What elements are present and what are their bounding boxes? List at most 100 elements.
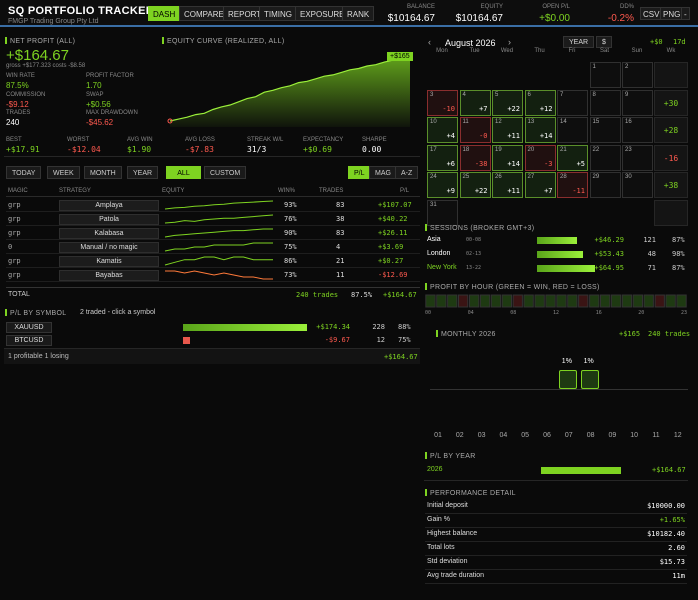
calendar-day[interactable]: 4 +7: [459, 89, 491, 116]
symbol-button[interactable]: XAUUSD: [6, 322, 52, 333]
hourly-chart: 00 04 08 12 16 20 23: [425, 294, 687, 315]
calendar-day[interactable]: 27 +7: [524, 172, 556, 198]
cal-prev-icon[interactable]: ‹: [428, 37, 431, 47]
calendar-day[interactable]: 5 +22: [492, 89, 523, 116]
calendar-day[interactable]: 3 -10: [427, 89, 458, 116]
calendar-day[interactable]: 8: [589, 89, 621, 116]
calendar-day[interactable]: 28 -11: [557, 172, 588, 198]
period-today[interactable]: TODAY: [6, 166, 42, 179]
month-bar[interactable]: [580, 370, 599, 389]
calendar-day[interactable]: 18 -38: [459, 144, 491, 171]
strategy-cell[interactable]: Manual / no magic: [59, 242, 159, 253]
table-row[interactable]: grp Kalabasa 90% 83 +$26.11: [6, 227, 420, 240]
app-subtitle: FMGP Trading Group Pty Ltd: [8, 18, 99, 25]
strategy-cell[interactable]: Patola: [59, 214, 159, 225]
groupby-pl[interactable]: P/L: [348, 166, 371, 179]
calendar-day[interactable]: 2: [622, 62, 653, 88]
strategy-cell[interactable]: Kamatis: [59, 256, 159, 267]
day-pl: -0: [479, 132, 488, 140]
calendar-day[interactable]: 24 +9: [427, 172, 458, 198]
table-row[interactable]: grp Patola 76% 38 +$40.22: [6, 213, 420, 226]
calendar-day[interactable]: 6 +12: [524, 89, 556, 116]
month-bar[interactable]: [558, 370, 577, 389]
session-pl: +$64.95: [594, 264, 624, 272]
cal-currency-button[interactable]: $: [596, 36, 612, 48]
perf-value: $10182.40: [647, 530, 685, 538]
calendar-day[interactable]: 25 +22: [459, 172, 491, 198]
calendar-day[interactable]: 31: [427, 199, 458, 226]
more-button[interactable]: -: [681, 7, 690, 20]
calendar-day[interactable]: 15: [589, 117, 621, 143]
perf-key: Gain %: [427, 516, 450, 523]
calendar-day[interactable]: 21 +5: [557, 144, 588, 171]
calendar-day[interactable]: 9: [622, 89, 653, 116]
day-number: 2: [625, 64, 629, 70]
hour-tick: 00: [425, 310, 431, 315]
calendar-day[interactable]: 26 +11: [492, 172, 523, 198]
day-pl: +12: [539, 104, 553, 113]
table-row[interactable]: grp Amplaya 93% 83 +$107.07: [6, 199, 420, 212]
calendar-day[interactable]: 30: [622, 172, 653, 198]
calendar-day[interactable]: 29: [589, 172, 621, 198]
calendar-day[interactable]: 13 +14: [524, 117, 556, 143]
period-month[interactable]: MONTH: [84, 166, 122, 179]
table-row[interactable]: 0 Manual / no magic 75% 4 +$3.69: [6, 241, 420, 254]
hour-bar: [589, 294, 600, 308]
cal-summary-days: 17d: [673, 38, 686, 46]
hour-bar: [545, 294, 556, 308]
perf-key: Initial deposit: [427, 502, 468, 509]
symbols-label: P/L BY SYMBOL: [5, 309, 66, 317]
calendar-day[interactable]: 23: [622, 144, 653, 171]
calendar-day[interactable]: 11 -0: [459, 117, 491, 143]
period-custom[interactable]: CUSTOM: [204, 166, 247, 179]
strategy-cell[interactable]: Kalabasa: [59, 228, 159, 239]
row-win: 90%: [284, 229, 297, 237]
period-year[interactable]: YEAR: [127, 166, 159, 179]
hour-bar: [479, 294, 491, 308]
hour-bar: [578, 294, 589, 308]
calendar-day[interactable]: 12 +11: [492, 117, 523, 143]
row-win: 75%: [284, 243, 297, 251]
tab-dash[interactable]: DASH: [148, 6, 181, 21]
sparkline-path: [164, 228, 273, 238]
period-week[interactable]: WEEK: [47, 166, 80, 179]
tab-timing[interactable]: TIMING: [259, 6, 297, 21]
hour-bar: [512, 294, 523, 308]
symbol-button[interactable]: BTCUSD: [6, 335, 52, 346]
kpi-value: +$17.91: [6, 145, 40, 154]
calendar-day[interactable]: 10 +4: [427, 117, 458, 143]
groupby-az[interactable]: A-Z: [395, 166, 419, 179]
sparkline-path: [164, 214, 274, 224]
session-bar: [537, 237, 577, 244]
tab-rank[interactable]: RANK: [342, 6, 375, 21]
strategy-cell[interactable]: Amplaya: [59, 200, 159, 211]
day-number: 18: [462, 146, 470, 153]
hour-bar: [610, 294, 622, 308]
calendar-day[interactable]: 16: [622, 117, 653, 143]
calendar-day[interactable]: 19 +14: [492, 144, 523, 171]
monthly-trades: 240 trades: [648, 330, 691, 338]
period-all[interactable]: ALL: [166, 166, 201, 179]
calendar-day[interactable]: 14: [557, 117, 588, 143]
hour-bar: [436, 294, 447, 308]
strategy-cell[interactable]: Bayabas: [59, 270, 159, 281]
symbols-footer-value: +$164.67: [384, 353, 418, 361]
calendar-day[interactable]: 20 -3: [524, 144, 556, 171]
row-sparkline: [164, 242, 273, 252]
groupby-mag[interactable]: MAG: [369, 166, 397, 179]
cal-next-icon[interactable]: ›: [508, 37, 511, 47]
calendar-day[interactable]: 17 +6: [427, 144, 458, 171]
table-row[interactable]: grp Kamatis 86% 21 +$0.27: [6, 255, 420, 268]
equity-label: EQUITY: [480, 4, 503, 10]
hour-bar: [458, 294, 469, 308]
table-row[interactable]: grp Bayabas 73% 11 -$12.69: [6, 269, 420, 282]
calendar-day[interactable]: 22: [589, 144, 621, 171]
symbol-win: 75%: [398, 336, 411, 344]
png-button[interactable]: PNG: [660, 7, 684, 20]
tab-compare[interactable]: COMPARE: [179, 6, 229, 21]
hour-tick: 23: [681, 310, 687, 315]
calendar-day[interactable]: 7: [557, 89, 588, 116]
cal-year-button[interactable]: YEAR: [563, 36, 595, 48]
calendar-day[interactable]: 1: [589, 62, 621, 88]
net-profit-value: +$164.67: [6, 47, 69, 64]
